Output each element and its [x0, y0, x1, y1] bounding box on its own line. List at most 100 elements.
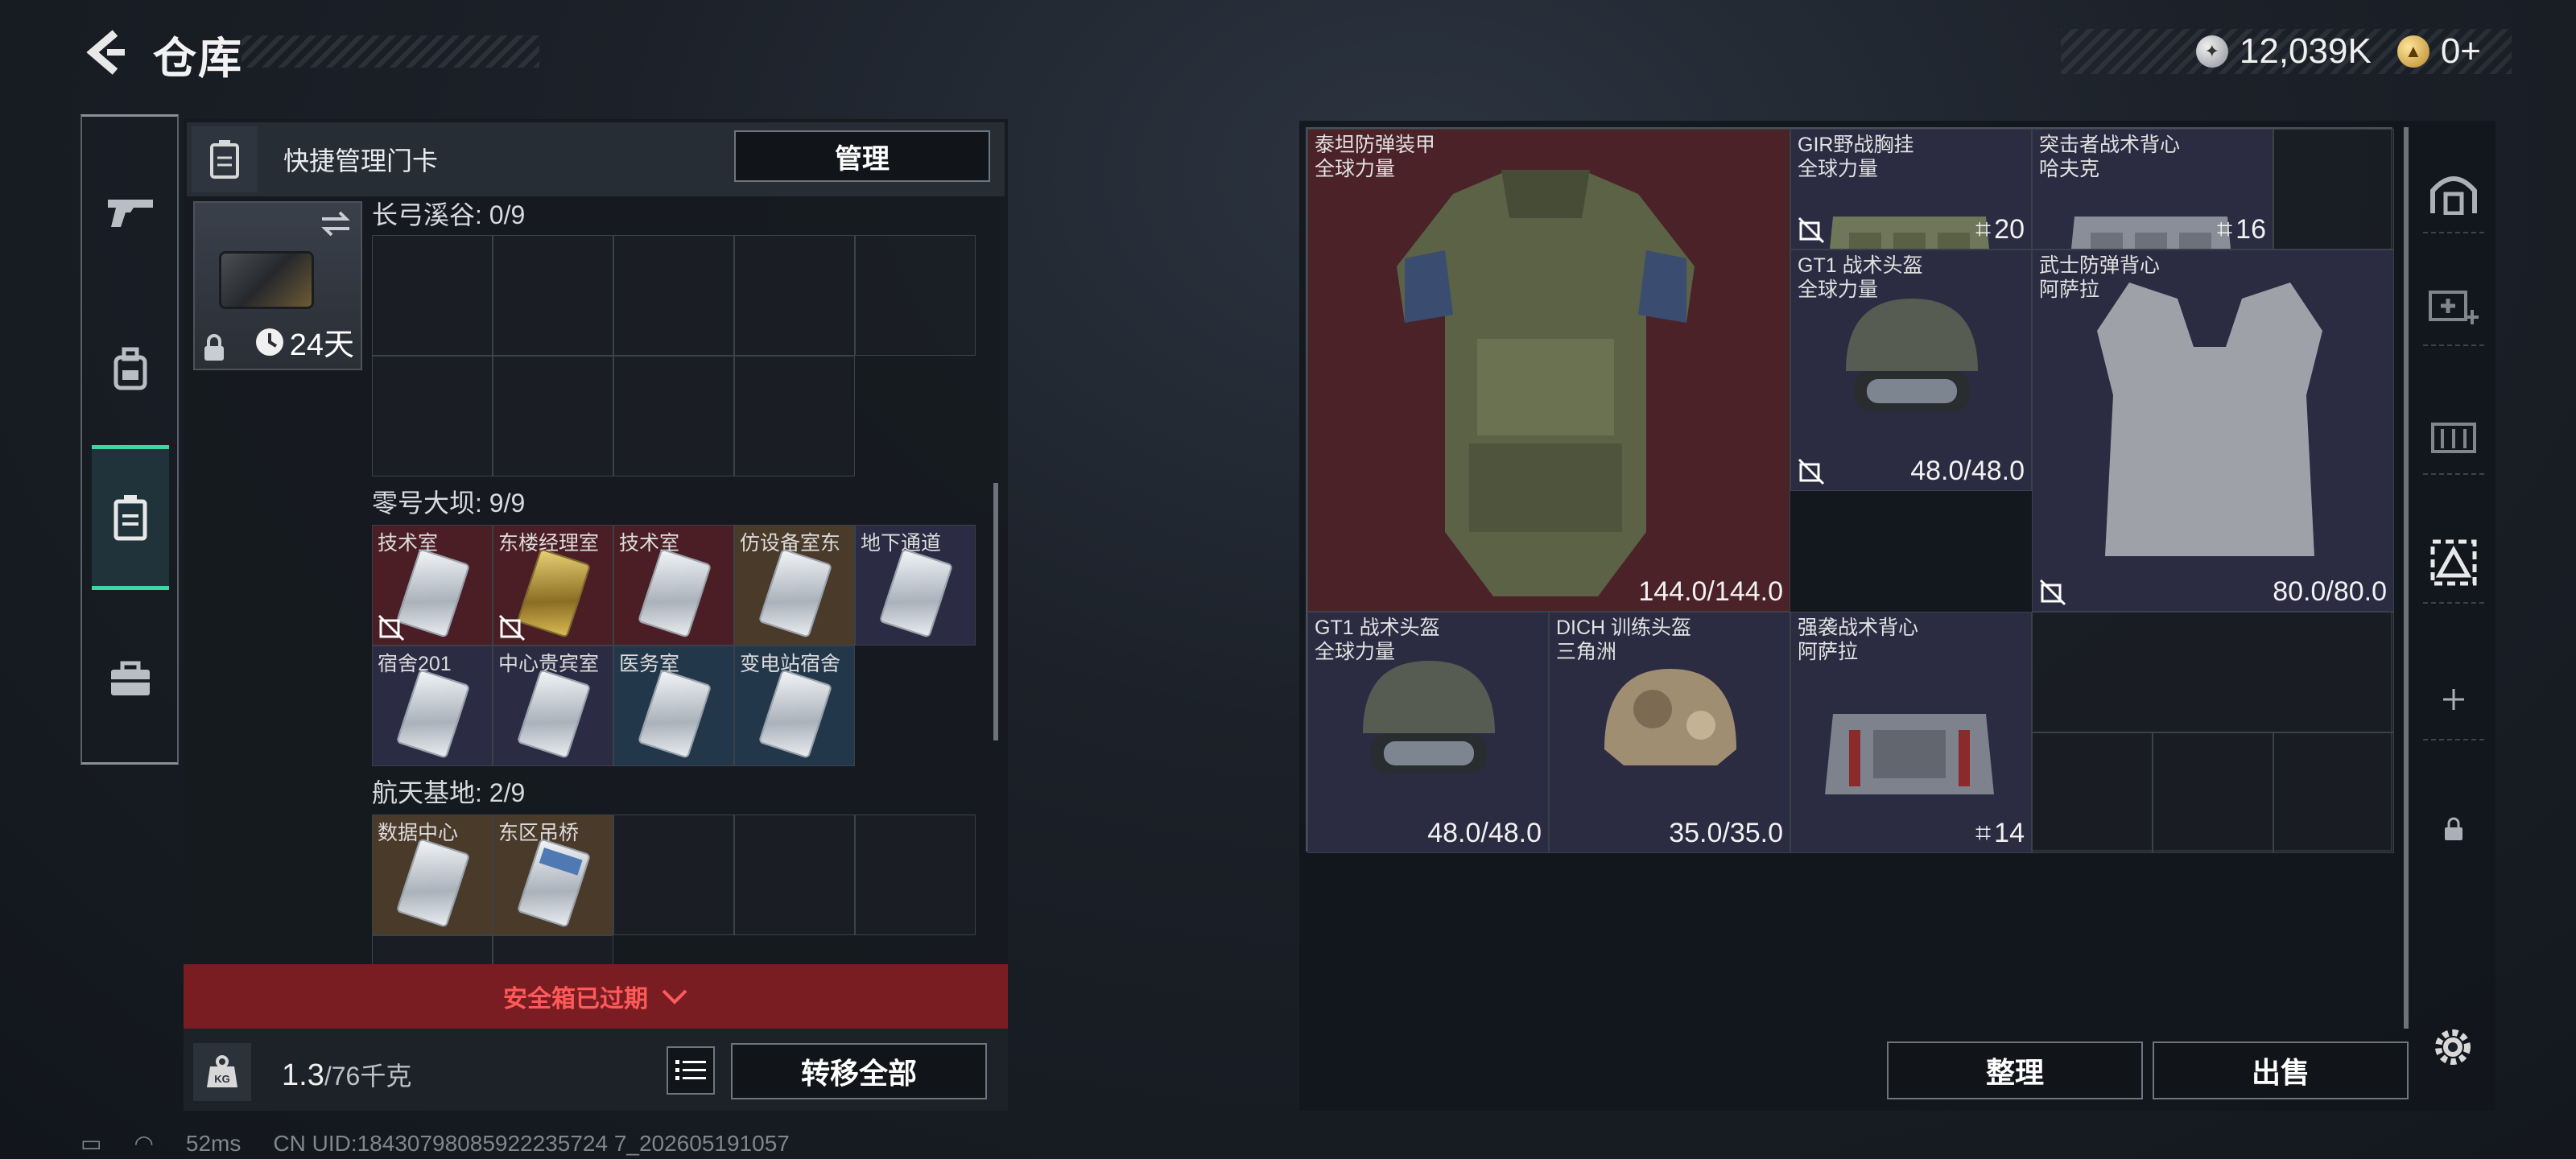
- stash-warning-icon: [2430, 539, 2477, 586]
- empty-slot[interactable]: [734, 356, 855, 476]
- empty-slot[interactable]: [855, 815, 976, 935]
- capacity-icon: ⌗: [1975, 818, 1992, 848]
- left-nav: [80, 114, 179, 765]
- stash-tab-home[interactable]: [2423, 153, 2484, 233]
- stash-item-assault-vest[interactable]: 突击者战术背心 哈夫克 ⌗ 16: [2032, 129, 2273, 250]
- keycard-cell[interactable]: 仿设备室东: [734, 525, 855, 645]
- manage-button[interactable]: 管理: [734, 130, 990, 182]
- empty-slot[interactable]: [493, 935, 613, 966]
- keycard-image: [637, 548, 712, 638]
- transfer-all-button[interactable]: 转移全部: [731, 1043, 987, 1099]
- empty-slot[interactable]: [2153, 732, 2273, 853]
- nav-briefcase[interactable]: [92, 629, 169, 730]
- silver-coin-icon: ✦: [2195, 35, 2228, 68]
- body-armor-image: [1397, 170, 1695, 596]
- add-stash-tab-button[interactable]: [2423, 660, 2484, 740]
- keycard-cell[interactable]: 医务室: [613, 645, 734, 766]
- keycard-list[interactable]: 长弓溪谷: 0/9 零号大坝: 9/9 技术室 东楼经理室 技术室 仿设备室东 …: [365, 193, 1001, 966]
- list-view-button[interactable]: [667, 1046, 715, 1095]
- stash-tab-selected[interactable]: [2423, 523, 2484, 604]
- stash-grid: 泰坦防弹装甲 全球力量 144.0/144.0 GIR野战胸挂 全球力量 ⌗ 20 突…: [1306, 127, 2394, 853]
- empty-slot[interactable]: [734, 235, 855, 356]
- stash-tab-medical[interactable]: [2423, 266, 2484, 346]
- keycard-cell[interactable]: 数据中心: [372, 815, 493, 935]
- empty-slot[interactable]: [613, 235, 734, 356]
- capacity-icon: ⌗: [1975, 214, 1992, 245]
- keycard-cell[interactable]: 技术室: [372, 525, 493, 645]
- stash-item-gt1-helmet[interactable]: GT1 战术头盔 全球力量 48.0/48.0: [1790, 250, 2032, 491]
- weight-max: /76千克: [324, 1062, 412, 1091]
- user-id: CN UID:18430798085922235724 7_2026051910…: [273, 1130, 790, 1156]
- stash-item-gir-chest-rig[interactable]: GIR野战胸挂 全球力量 ⌗ 20: [1790, 129, 2032, 250]
- keycard-image: [878, 548, 954, 638]
- empty-slot[interactable]: [613, 356, 734, 476]
- gold-coin-icon: ▲: [2396, 35, 2429, 68]
- no-secure-icon: [498, 614, 526, 641]
- empty-slot[interactable]: [372, 235, 493, 356]
- sort-button[interactable]: 整理: [1887, 1041, 2143, 1099]
- keycard-image: [395, 669, 471, 759]
- stash-item-titan-armor[interactable]: 泰坦防弹装甲 全球力量 144.0/144.0: [1307, 129, 1790, 612]
- gear-icon: [2435, 1029, 2471, 1065]
- keycard-cell[interactable]: 东楼经理室: [493, 525, 613, 645]
- safe-box-expired-bar[interactable]: 安全箱已过期: [184, 964, 1008, 1029]
- keycard-image: [516, 548, 592, 638]
- nav-keycards[interactable]: [92, 445, 169, 590]
- sell-button[interactable]: 出售: [2153, 1041, 2409, 1099]
- empty-slot[interactable]: [2273, 129, 2394, 250]
- keycard-cell[interactable]: 宿舍201: [372, 645, 493, 766]
- no-secure-icon: [1798, 217, 1825, 244]
- empty-slot[interactable]: [2032, 612, 2394, 732]
- back-button[interactable]: [77, 24, 134, 80]
- stash-item-raid-vest[interactable]: 强袭战术背心 阿萨拉 ⌗ 14: [1790, 612, 2032, 853]
- empty-slot[interactable]: [372, 356, 493, 476]
- page-title: 仓库: [153, 35, 243, 83]
- chest-rig-image: [1830, 217, 1989, 249]
- safe-box-expired-label: 安全箱已过期: [503, 986, 648, 1013]
- keycard-image: [516, 838, 592, 928]
- stash-item-gt1-helmet[interactable]: GT1 战术头盔 全球力量 48.0/48.0: [1307, 612, 1549, 853]
- empty-slot[interactable]: [372, 935, 493, 966]
- keycard-image: [516, 669, 592, 759]
- swap-icon: [321, 211, 350, 237]
- lock-icon: [2445, 817, 2462, 840]
- clock-icon: [255, 328, 283, 356]
- right-nav: [2415, 121, 2492, 1022]
- locked-stash-tab[interactable]: [2423, 789, 2484, 869]
- stash-tab-storage[interactable]: [2423, 394, 2484, 475]
- stash-item-samurai-vest[interactable]: 武士防弹背心 阿萨拉 80.0/80.0: [2032, 250, 2394, 612]
- settings-button[interactable]: [2425, 1019, 2481, 1075]
- nav-weapons[interactable]: [92, 162, 169, 263]
- back-arrow-icon: [86, 30, 125, 75]
- stash-item-dich-helmet[interactable]: DICH 训练头盔 三角洲 35.0/35.0: [1549, 612, 1790, 853]
- nav-backpack[interactable]: [92, 318, 169, 419]
- stash-scrollbar[interactable]: [2404, 127, 2409, 1029]
- section-title: 零号大坝: 9/9: [372, 489, 526, 518]
- crate-icon: [2431, 423, 2476, 453]
- keycard-list-scrollbar[interactable]: [993, 483, 998, 740]
- empty-slot[interactable]: [734, 815, 855, 935]
- empty-slot[interactable]: [613, 815, 734, 935]
- body-armor-image: [2097, 283, 2322, 556]
- pistol-icon: [108, 200, 153, 227]
- keycard-cell[interactable]: 地下通道: [855, 525, 976, 645]
- empty-slot[interactable]: [493, 356, 613, 476]
- keycard-cell[interactable]: 变电站宿舍: [734, 645, 855, 766]
- empty-slot[interactable]: [2032, 732, 2153, 853]
- wifi-icon: ◠: [134, 1131, 154, 1156]
- section-grid-dam: 技术室 东楼经理室 技术室 仿设备室东 地下通道 宿舍201 中心贵宾室 医务室…: [372, 525, 976, 766]
- home-vault-icon: [2430, 176, 2477, 215]
- keycard-cell[interactable]: 东区吊桥: [493, 815, 613, 935]
- keycard-case-icon: [192, 126, 258, 192]
- keycard-slot[interactable]: 24天: [193, 201, 362, 370]
- no-secure-icon: [2039, 579, 2066, 606]
- empty-slot[interactable]: [2273, 732, 2394, 853]
- section-title: 长弓溪谷: 0/9: [372, 200, 526, 229]
- empty-slot[interactable]: [855, 235, 976, 356]
- tactical-vest-image: [2071, 217, 2231, 249]
- section-grid-space-base: 数据中心 东区吊桥: [372, 815, 976, 966]
- empty-slot[interactable]: [493, 235, 613, 356]
- keycard-cell[interactable]: 中心贵宾室: [493, 645, 613, 766]
- battery-icon: ▭: [80, 1131, 102, 1156]
- keycard-cell[interactable]: 技术室: [613, 525, 734, 645]
